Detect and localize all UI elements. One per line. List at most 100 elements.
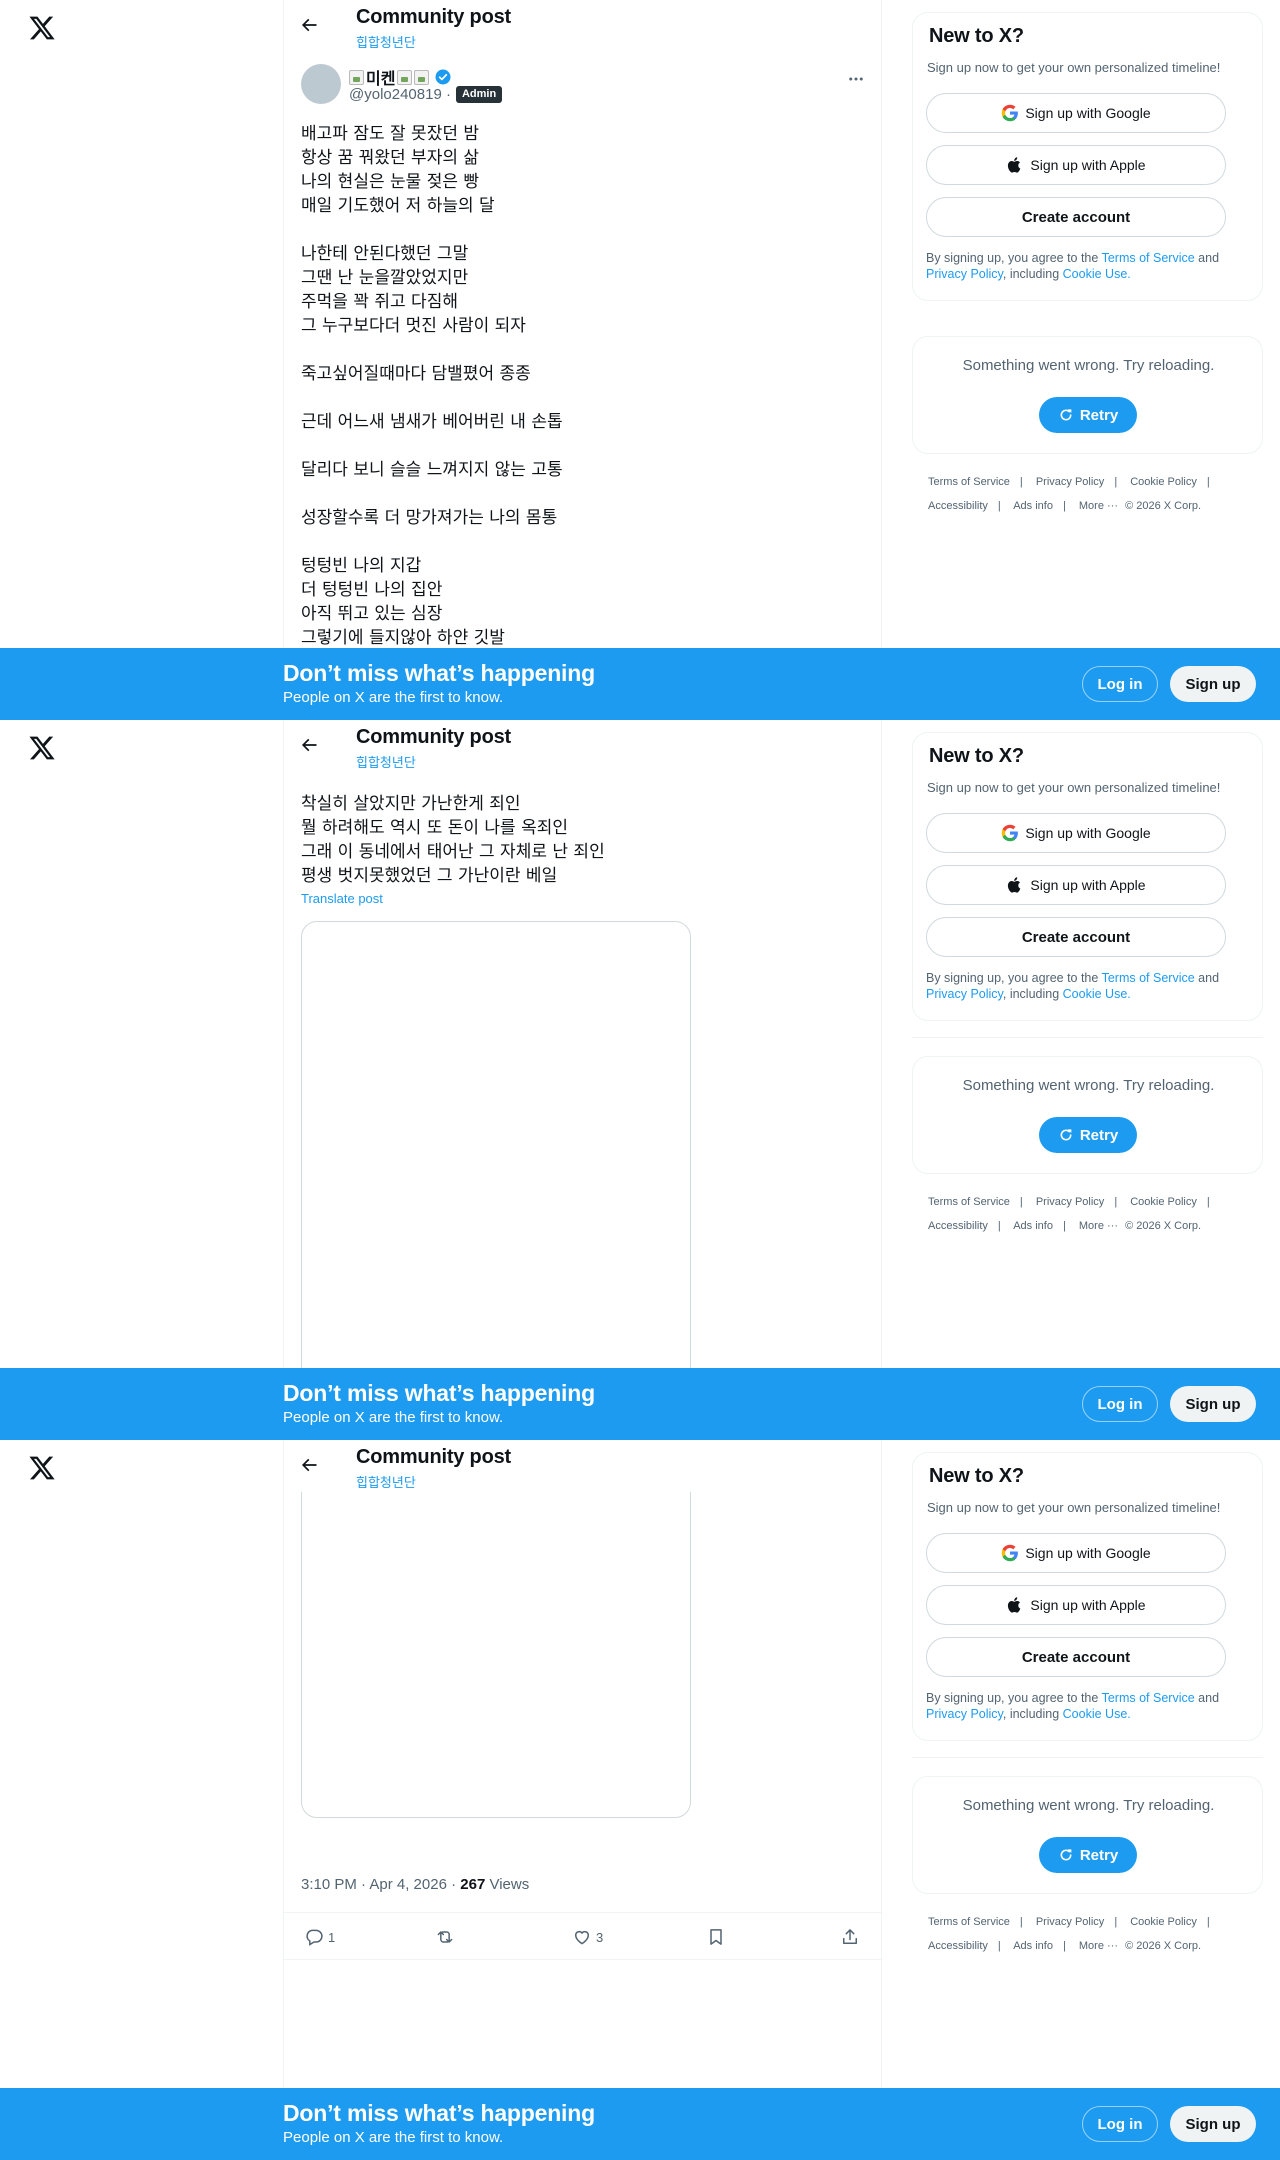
footer-privacy-link[interactable]: Privacy Policy bbox=[1036, 1916, 1104, 1928]
login-button[interactable]: Log in bbox=[1082, 1386, 1158, 1422]
footer-tos-link[interactable]: Terms of Service bbox=[928, 1916, 1010, 1928]
privacy-link[interactable]: Privacy Policy bbox=[926, 267, 1003, 281]
viewport-frame-1: Community post 힙합청년단 미켄 @yolo240819 · Ad… bbox=[0, 0, 1280, 720]
repost-button[interactable] bbox=[435, 1927, 455, 1947]
apple-signup-label: Sign up with Apple bbox=[1030, 1597, 1146, 1613]
google-signup-button[interactable]: Sign up with Google bbox=[926, 813, 1226, 853]
post-actions-bar: 1 3 bbox=[284, 1912, 881, 1960]
legal-including: , including bbox=[1002, 267, 1060, 281]
sidebar-footer: Terms of Service | Privacy Policy | Cookie… bbox=[928, 1916, 1210, 1952]
refresh-icon bbox=[1060, 1129, 1072, 1141]
cookie-link[interactable]: Cookie Use. bbox=[1063, 987, 1131, 1001]
back-arrow-icon[interactable] bbox=[298, 1454, 320, 1476]
banner-title: Don’t miss what’s happening bbox=[283, 1380, 595, 1406]
like-button[interactable]: 3 bbox=[572, 1927, 603, 1947]
x-logo-icon[interactable] bbox=[28, 1454, 56, 1482]
community-link[interactable]: 힙합청년단 bbox=[356, 32, 416, 51]
signup-card-subtitle: Sign up now to get your own personalized… bbox=[927, 1500, 1221, 1515]
retry-button[interactable]: Retry bbox=[1039, 1837, 1137, 1873]
admin-badge: Admin bbox=[455, 86, 503, 103]
terms-link[interactable]: Terms of Service bbox=[1102, 1691, 1195, 1705]
main-column: Community post 힙합청년단 착실히 살았지만 가난한게 죄인 뭘 하… bbox=[283, 720, 882, 1440]
x-logo-icon[interactable] bbox=[28, 734, 56, 762]
footer-more-link[interactable]: More ··· bbox=[1079, 1220, 1118, 1232]
footer-ads-link[interactable]: Ads info bbox=[1013, 1220, 1053, 1232]
footer-cookie-link[interactable]: Cookie Policy bbox=[1130, 1916, 1197, 1928]
community-link[interactable]: 힙합청년단 bbox=[356, 752, 416, 771]
footer-more-link[interactable]: More ··· bbox=[1079, 1940, 1118, 1952]
terms-link[interactable]: Terms of Service bbox=[1102, 251, 1195, 265]
sidebar-divider bbox=[912, 1037, 1263, 1038]
footer-cookie-link[interactable]: Cookie Policy bbox=[1130, 1196, 1197, 1208]
create-account-button[interactable]: Create account bbox=[926, 1637, 1226, 1677]
signup-button[interactable]: Sign up bbox=[1170, 666, 1256, 702]
footer-tos-link[interactable]: Terms of Service bbox=[928, 476, 1010, 488]
signup-card-subtitle: Sign up now to get your own personalized… bbox=[927, 780, 1221, 795]
footer-tos-link[interactable]: Terms of Service bbox=[928, 1196, 1010, 1208]
apple-signup-button[interactable]: Sign up with Apple bbox=[926, 145, 1226, 185]
create-account-button[interactable]: Create account bbox=[926, 197, 1226, 237]
back-arrow-icon[interactable] bbox=[298, 734, 320, 756]
sidebar-footer: Terms of Service | Privacy Policy | Cookie… bbox=[928, 476, 1210, 512]
retry-button[interactable]: Retry bbox=[1039, 1117, 1137, 1153]
share-button[interactable] bbox=[840, 1927, 860, 1947]
google-signup-button[interactable]: Sign up with Google bbox=[926, 1533, 1226, 1573]
post-media[interactable] bbox=[301, 921, 691, 1440]
cookie-link[interactable]: Cookie Use. bbox=[1063, 1707, 1131, 1721]
footer-accessibility-link[interactable]: Accessibility bbox=[928, 1220, 988, 1232]
google-signup-button[interactable]: Sign up with Google bbox=[926, 93, 1226, 133]
legal-including: , including bbox=[1002, 1707, 1060, 1721]
post-text-line: 주먹을 꽉 쥐고 다짐해 bbox=[301, 292, 458, 312]
footer-ads-link[interactable]: Ads info bbox=[1013, 1940, 1053, 1952]
heart-icon bbox=[575, 1930, 589, 1945]
bookmark-button[interactable] bbox=[706, 1927, 726, 1947]
bottom-signup-banner: Don’t miss what’s happening People on X … bbox=[0, 2088, 1280, 2160]
post-text-line: 그래 이 동네에서 태어난 그 자체로 난 죄인 bbox=[301, 842, 605, 862]
avatar[interactable] bbox=[301, 64, 341, 104]
post-text-line: 나한테 안된다했던 그말 bbox=[301, 244, 469, 264]
translate-post-link[interactable]: Translate post bbox=[301, 891, 383, 906]
post-text-line: 그땐 난 눈을깔았었지만 bbox=[301, 268, 469, 288]
post-text-line: 나의 현실은 눈물 젖은 빵 bbox=[301, 172, 480, 192]
x-logo-icon[interactable] bbox=[28, 14, 56, 42]
broken-image-icon bbox=[349, 69, 364, 85]
signup-button[interactable]: Sign up bbox=[1170, 1386, 1256, 1422]
error-card: Something went wrong. Try reloading. Ret… bbox=[912, 336, 1263, 454]
author-handle[interactable]: @yolo240819 · bbox=[349, 86, 451, 103]
footer-accessibility-link[interactable]: Accessibility bbox=[928, 500, 988, 512]
apple-signup-button[interactable]: Sign up with Apple bbox=[926, 1585, 1226, 1625]
privacy-link[interactable]: Privacy Policy bbox=[926, 1707, 1003, 1721]
footer-ads-link[interactable]: Ads info bbox=[1013, 500, 1053, 512]
apple-signup-label: Sign up with Apple bbox=[1030, 877, 1146, 893]
retry-button[interactable]: Retry bbox=[1039, 397, 1137, 433]
footer-cookie-link[interactable]: Cookie Policy bbox=[1130, 476, 1197, 488]
refresh-icon bbox=[1060, 409, 1072, 421]
more-options-icon[interactable] bbox=[845, 70, 867, 88]
footer-more-link[interactable]: More ··· bbox=[1079, 500, 1118, 512]
post-media[interactable] bbox=[301, 1440, 691, 1818]
apple-signup-button[interactable]: Sign up with Apple bbox=[926, 865, 1226, 905]
back-arrow-icon[interactable] bbox=[298, 14, 320, 36]
post-text-line: 그렇기에 들지않아 하얀 깃발 bbox=[301, 628, 505, 648]
footer-privacy-link[interactable]: Privacy Policy bbox=[1036, 1196, 1104, 1208]
privacy-link[interactable]: Privacy Policy bbox=[926, 987, 1003, 1001]
main-column: Community post 힙합청년단 미켄 @yolo240819 · Ad… bbox=[283, 0, 882, 720]
post-text-line: 뭘 하려해도 역시 또 돈이 나를 옥죄인 bbox=[301, 818, 569, 838]
post-time[interactable]: 3:10 PM · Apr 4, 2026 · bbox=[301, 1876, 456, 1893]
cookie-link[interactable]: Cookie Use. bbox=[1063, 267, 1131, 281]
page-title: Community post bbox=[356, 1446, 511, 1468]
footer-privacy-link[interactable]: Privacy Policy bbox=[1036, 476, 1104, 488]
footer-accessibility-link[interactable]: Accessibility bbox=[928, 1940, 988, 1952]
login-button[interactable]: Log in bbox=[1082, 666, 1158, 702]
like-count: 3 bbox=[596, 1929, 604, 1945]
create-account-button[interactable]: Create account bbox=[926, 917, 1226, 957]
post-text-line: 성장할수록 더 망가져가는 나의 몸통 bbox=[301, 508, 558, 528]
reply-button[interactable]: 1 bbox=[304, 1927, 335, 1947]
google-icon bbox=[1002, 824, 1019, 842]
login-button[interactable]: Log in bbox=[1082, 2106, 1158, 2142]
terms-link[interactable]: Terms of Service bbox=[1102, 971, 1195, 985]
signup-button[interactable]: Sign up bbox=[1170, 2106, 1256, 2142]
post-text-line bbox=[301, 530, 563, 554]
broken-image-icon bbox=[397, 69, 413, 85]
community-link[interactable]: 힙합청년단 bbox=[356, 1472, 416, 1491]
